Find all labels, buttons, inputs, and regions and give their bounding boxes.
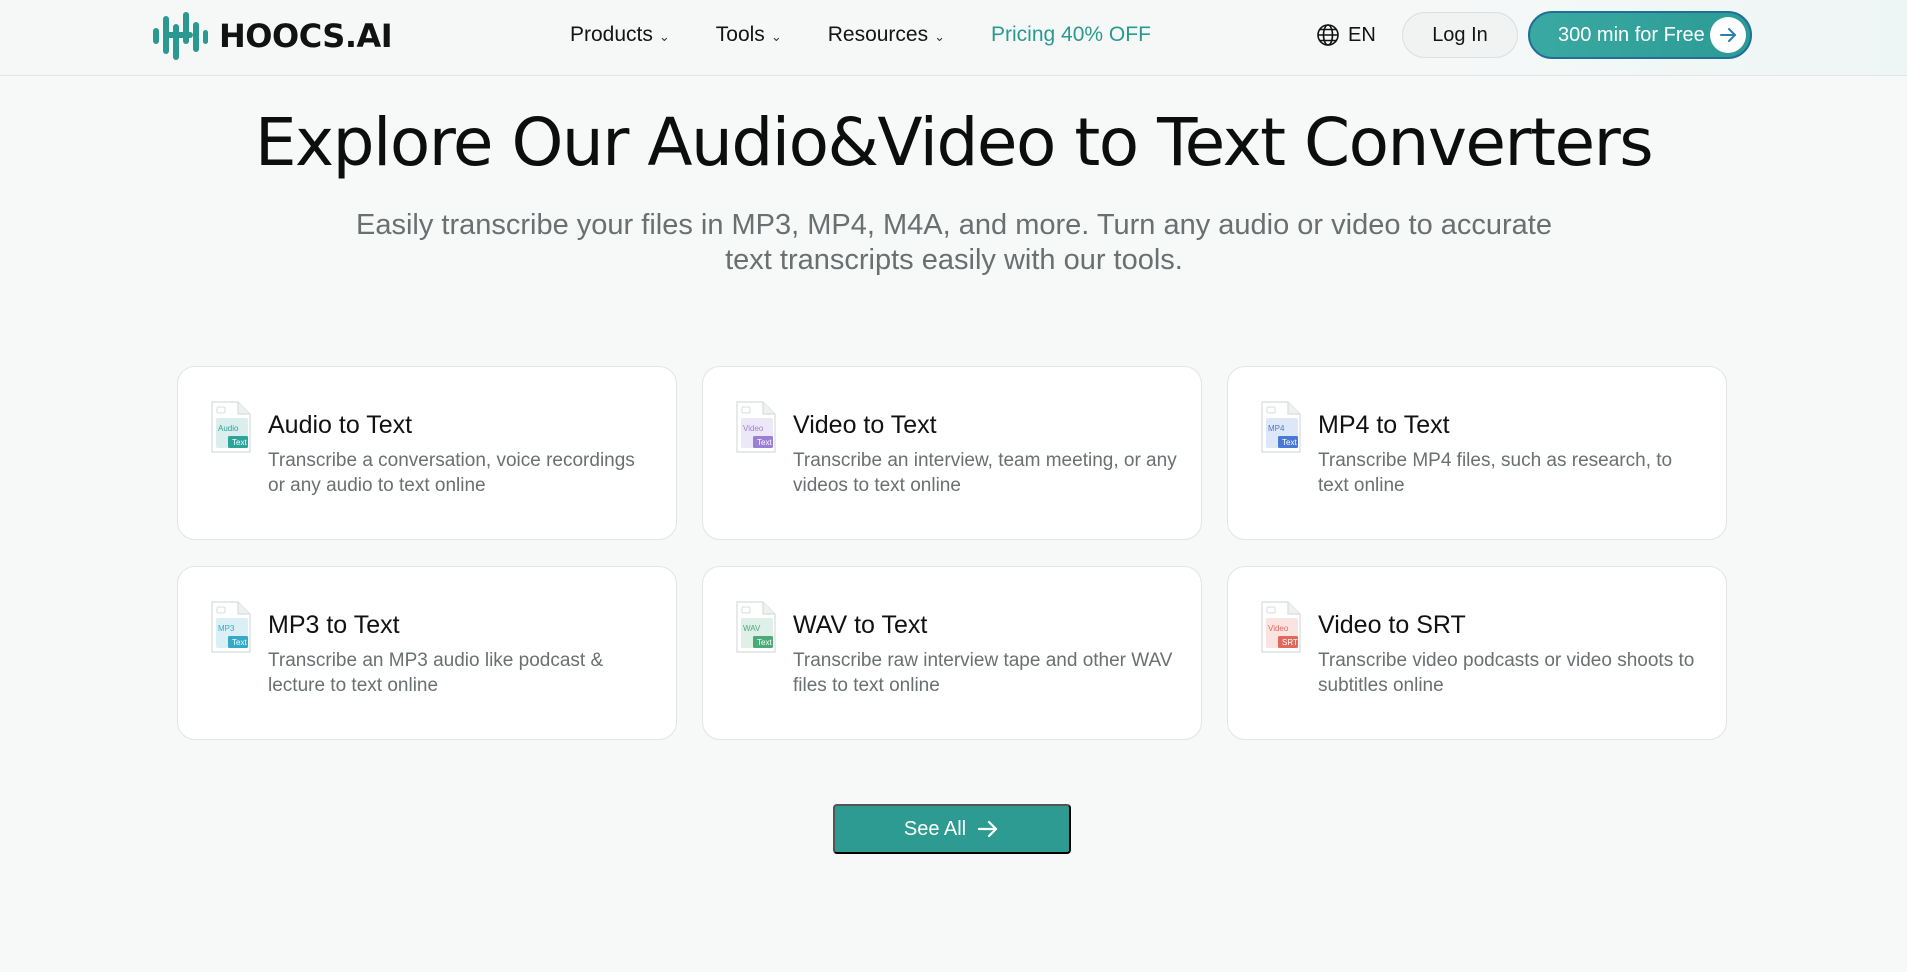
nav-tools[interactable]: Tools ⌄ xyxy=(716,23,782,47)
card-description: Transcribe MP4 files, such as research, … xyxy=(1318,450,1673,496)
card-mp3-to-text[interactable]: MP3 Text MP3 to Text Transcribe an MP3 au… xyxy=(177,566,677,740)
card-audio-to-text[interactable]: Audio Text Audio to Text Transcribe a con… xyxy=(177,366,677,540)
subtitle-line-2: text transcripts easily with our tools. xyxy=(725,244,1183,276)
card-title: Video to SRT xyxy=(1318,611,1466,639)
see-all-label: See All xyxy=(903,817,967,840)
file-type-label: MP4 xyxy=(1268,424,1285,433)
top-navbar: HOOCS.AI Products ⌄ Tools ⌄ Resources ⌄ … xyxy=(0,0,1907,76)
subtitle-line-1: Easily transcribe your files in MP3, MP4… xyxy=(356,209,1552,241)
nav-products-label: Products xyxy=(570,23,653,46)
globe-icon xyxy=(1317,24,1339,46)
card-title: MP3 to Text xyxy=(268,611,400,639)
file-output-label: SRT xyxy=(1282,638,1298,647)
file-output-label: Text xyxy=(232,438,247,447)
chevron-down-icon: ⌄ xyxy=(934,28,946,44)
card-wav-to-text[interactable]: WAV Text WAV to Text Transcribe raw inter… xyxy=(702,566,1202,740)
nav-products[interactable]: Products ⌄ xyxy=(570,23,670,47)
nav-pricing-link[interactable]: Pricing 40% OFF xyxy=(991,23,1151,47)
file-output-label: Text xyxy=(757,638,772,647)
logo-icon xyxy=(153,12,208,60)
card-description: Transcribe an interview, team meeting, o… xyxy=(793,450,1177,496)
login-button[interactable]: Log In xyxy=(1402,12,1518,58)
see-all-button[interactable]: See All xyxy=(833,804,1071,854)
free-trial-label: 300 min for Free xyxy=(1558,23,1705,46)
page-title: Explore Our Audio&Video to Text Converte… xyxy=(254,104,1654,181)
card-description: Transcribe an MP3 audio like podcast & l… xyxy=(268,650,604,696)
logo-text: HOOCS.AI xyxy=(219,17,393,55)
file-output-label: Text xyxy=(232,638,247,647)
card-description: Transcribe raw interview tape and other … xyxy=(793,650,1173,696)
file-type-label: MP3 xyxy=(218,624,235,633)
card-title: Audio to Text xyxy=(268,411,413,439)
logo[interactable]: HOOCS.AI xyxy=(151,10,393,62)
chevron-down-icon: ⌄ xyxy=(658,28,670,44)
card-title: WAV to Text xyxy=(793,611,928,639)
wav-file-icon: WAV Text xyxy=(736,601,776,653)
file-type-label: Audio xyxy=(218,424,239,433)
video-file-icon: Video Text xyxy=(736,401,776,453)
free-trial-button[interactable]: 300 min for Free xyxy=(1528,11,1752,59)
nav-resources[interactable]: Resources ⌄ xyxy=(828,23,945,47)
card-title: MP4 to Text xyxy=(1318,411,1450,439)
language-selector[interactable]: EN xyxy=(1316,22,1376,48)
srt-file-icon: Video SRT xyxy=(1261,601,1301,653)
file-output-label: Text xyxy=(757,438,772,447)
converter-cards: Audio Text Audio to Text Transcribe a con… xyxy=(177,366,1728,740)
arrow-right-icon xyxy=(978,820,998,838)
audio-file-icon: Audio Text xyxy=(211,401,251,453)
chevron-down-icon: ⌄ xyxy=(770,28,782,44)
file-type-label: Video xyxy=(743,424,764,433)
mp4-file-icon: MP4 Text xyxy=(1261,401,1301,453)
language-label: EN xyxy=(1348,23,1376,46)
card-mp4-to-text[interactable]: MP4 Text MP4 to Text Transcribe MP4 files… xyxy=(1227,366,1727,540)
card-video-to-text[interactable]: Video Text Video to Text Transcribe an in… xyxy=(702,366,1202,540)
card-description: Transcribe a conversation, voice recordi… xyxy=(268,450,635,496)
card-description: Transcribe video podcasts or video shoot… xyxy=(1318,650,1695,696)
nav-tools-label: Tools xyxy=(715,23,765,46)
card-video-to-srt[interactable]: Video SRT Video to SRT Transcribe video p… xyxy=(1227,566,1727,740)
file-type-label: Video xyxy=(1268,624,1289,633)
arrow-right-icon xyxy=(1710,17,1746,53)
main-nav: Products ⌄ Tools ⌄ Resources ⌄ Pricing 4… xyxy=(570,0,1151,70)
card-title: Video to Text xyxy=(793,411,937,439)
nav-resources-label: Resources xyxy=(827,23,929,46)
file-output-label: Text xyxy=(1282,438,1297,447)
mp3-file-icon: MP3 Text xyxy=(211,601,251,653)
page-subtitle: Easily transcribe your files in MP3, MP4… xyxy=(340,208,1568,278)
file-type-label: WAV xyxy=(743,624,761,633)
